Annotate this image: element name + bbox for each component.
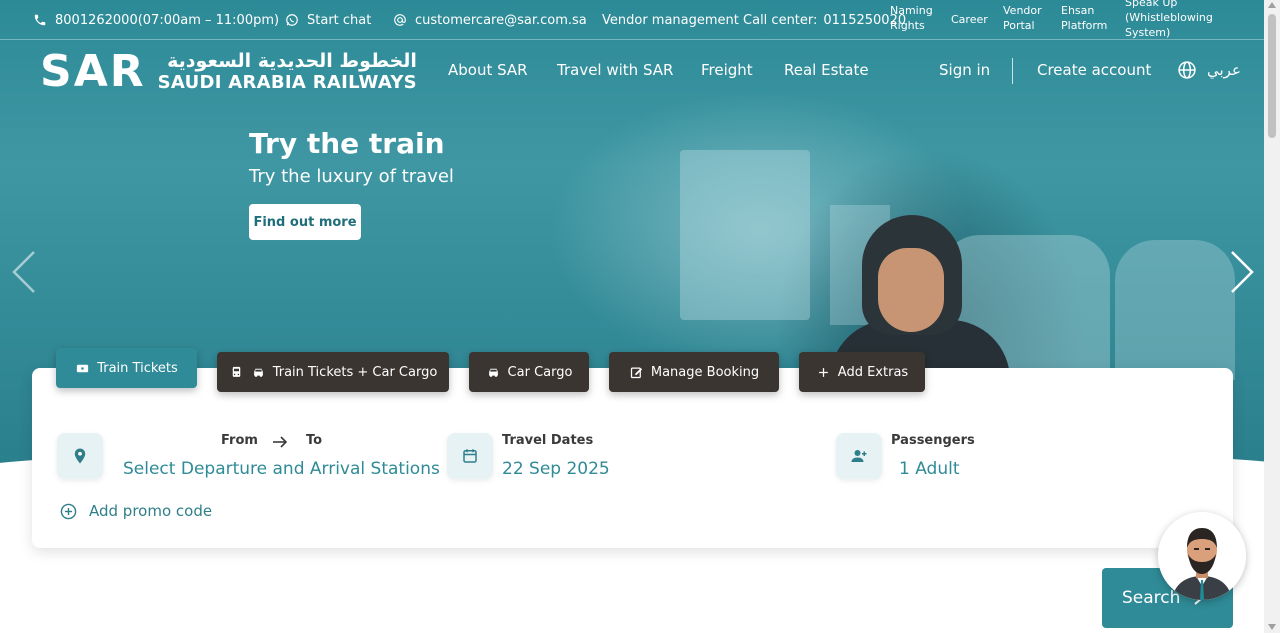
plus-icon <box>818 367 828 377</box>
logo-arabic: الخطوط الحديدية السعودية <box>167 50 417 72</box>
passengers-label: Passengers <box>891 433 975 448</box>
vendor-portal-link[interactable]: Vendor Portal <box>1003 3 1051 33</box>
chat-text: Start chat <box>307 12 372 28</box>
car-icon <box>488 368 498 377</box>
email-text: customercare@sar.com.sa <box>415 12 587 28</box>
tab-train-tickets[interactable]: Train Tickets <box>56 348 197 388</box>
tab-car-cargo[interactable]: Car Cargo <box>469 352 589 392</box>
location-pin-icon[interactable] <box>57 433 103 479</box>
search-label: Search <box>1122 588 1181 608</box>
ticket-icon <box>77 364 89 372</box>
whatsapp-icon <box>286 14 298 26</box>
calendar-icon <box>463 449 477 463</box>
calendar-icon-button[interactable] <box>447 433 493 479</box>
scrollbar-thumb[interactable] <box>1268 14 1276 138</box>
train-window <box>680 150 810 320</box>
to-label: To <box>306 433 323 448</box>
booking-card <box>32 368 1233 548</box>
ehsan-platform-link[interactable]: Ehsan Platform <box>1061 3 1113 33</box>
hero-title: Try the train <box>249 127 445 160</box>
add-user-icon <box>851 450 867 462</box>
pin-icon <box>74 448 86 464</box>
logo-text: الخطوط الحديدية السعودية SAUDI ARABIA RA… <box>157 50 417 94</box>
tab-label: Train Tickets + Car Cargo <box>272 364 438 380</box>
language-switch[interactable]: عربي <box>1177 60 1241 80</box>
phone-text: 8001262000(07:00am – 11:00pm) <box>55 12 280 28</box>
train-icon <box>232 366 240 377</box>
vendor-call-label: Vendor management Call center: <box>602 12 818 28</box>
arrow-right-icon <box>273 436 288 448</box>
at-icon <box>394 14 406 26</box>
email-link[interactable]: customercare@sar.com.sa <box>393 0 587 40</box>
tab-label: Train Tickets <box>97 360 178 376</box>
travel-dates-value[interactable]: 22 Sep 2025 <box>502 459 610 479</box>
nav-freight[interactable]: Freight <box>701 61 753 79</box>
train-seat <box>1115 240 1235 380</box>
carousel-prev-arrow[interactable] <box>10 250 40 294</box>
scroll-up-arrow-icon[interactable] <box>1268 2 1276 8</box>
car-icon <box>253 368 263 377</box>
nav-divider <box>1012 58 1013 84</box>
travel-dates-label: Travel Dates <box>502 433 594 448</box>
add-promo-code-link[interactable]: Add promo code <box>60 502 212 520</box>
edit-icon <box>630 367 642 378</box>
tab-label: Manage Booking <box>650 364 760 380</box>
tab-label: Car Cargo <box>507 364 573 380</box>
sign-in-link[interactable]: Sign in <box>939 61 990 79</box>
phone-icon <box>34 14 46 26</box>
tab-add-extras[interactable]: Add Extras <box>799 352 925 392</box>
promo-label: Add promo code <box>89 502 213 520</box>
passengers-value[interactable]: 1 Adult <box>899 459 960 479</box>
tab-label: Add Extras <box>837 364 909 380</box>
nav-travel-with-sar[interactable]: Travel with SAR <box>557 61 673 79</box>
tab-train-tickets-car-cargo[interactable]: Train Tickets + Car Cargo <box>217 352 449 392</box>
from-label: From <box>221 433 258 448</box>
vendor-call-center: Vendor management Call center: 011525002… <box>602 0 906 40</box>
create-account-link[interactable]: Create account <box>1037 61 1151 79</box>
virtual-assistant-avatar[interactable] <box>1158 512 1246 600</box>
utility-bar: 8001262000(07:00am – 11:00pm) Start chat… <box>0 0 1264 40</box>
passenger-face <box>878 248 944 332</box>
tab-manage-booking[interactable]: Manage Booking <box>609 352 779 392</box>
phone-link[interactable]: 8001262000(07:00am – 11:00pm) <box>33 0 279 40</box>
find-out-more-button[interactable]: Find out more <box>249 204 361 240</box>
page-scrollbar[interactable] <box>1264 0 1280 633</box>
carousel-next-arrow[interactable] <box>1226 250 1256 294</box>
language-label: عربي <box>1207 61 1241 79</box>
stations-selector[interactable]: Select Departure and Arrival Stations <box>123 459 440 479</box>
career-link[interactable]: Career <box>951 12 988 27</box>
globe-icon <box>1178 61 1196 79</box>
logo-english: SAUDI ARABIA RAILWAYS <box>157 72 417 93</box>
passenger-icon-button[interactable] <box>836 433 882 479</box>
speak-up-link[interactable]: Speak Up (Whistleblowing System) <box>1125 0 1225 40</box>
start-chat-link[interactable]: Start chat <box>285 0 371 40</box>
nav-about-sar[interactable]: About SAR <box>448 61 528 79</box>
hero-subtitle: Try the luxury of travel <box>249 166 454 187</box>
logo-mark: SAR <box>40 46 146 97</box>
scroll-down-arrow-icon[interactable] <box>1268 624 1276 630</box>
sar-logo[interactable]: SAR الخطوط الحديدية السعودية SAUDI ARABI… <box>40 50 417 94</box>
nav-real-estate[interactable]: Real Estate <box>784 61 869 79</box>
assistant-icon <box>1158 512 1246 600</box>
add-circle-icon <box>60 503 77 519</box>
naming-rights-link[interactable]: Naming Rights <box>890 3 940 33</box>
